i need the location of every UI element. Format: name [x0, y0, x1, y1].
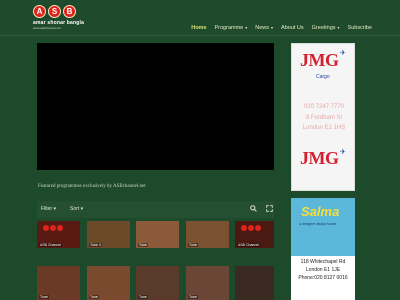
asb-logo-thumb	[241, 225, 261, 231]
asb-logo-thumb	[43, 225, 63, 231]
video-player[interactable]	[37, 43, 274, 170]
nav-news-label: News	[255, 25, 270, 31]
salma-address-line2: London E1 1JE	[305, 267, 341, 273]
main-nav: Home Programme ▾ News ▾ About Us Greetings…	[191, 25, 372, 31]
salma-address-line1: 118 Whitechapel Rd	[300, 259, 346, 265]
thumbnail-label: Tune	[39, 295, 49, 299]
chevron-down-icon: ▾	[337, 25, 340, 30]
thumbnail-label: ASB Channel	[237, 243, 261, 247]
salma-title: Salma	[301, 204, 340, 219]
jmg-phone: 020 7247 7770	[303, 104, 345, 110]
logo-letter-s: S	[48, 5, 61, 18]
logo-letter-b: B	[63, 5, 76, 18]
airplane-icon: ✈	[340, 149, 346, 156]
video-thumbnail[interactable]: Tune	[37, 266, 80, 300]
nav-greetings-label: Greetings	[311, 25, 336, 31]
site-header: A S B amar shonar bangla www.asbchannel.…	[0, 0, 400, 36]
search-icon[interactable]	[250, 205, 257, 214]
nav-about-label: About Us	[281, 25, 304, 31]
chevron-down-icon: ▾	[271, 25, 274, 30]
logo-subtitle: www.asbchannel.net	[33, 26, 61, 30]
salma-ad[interactable]: Salma a designer abaya house 118 Whitech…	[291, 198, 355, 300]
featured-caption: Featured programmes exclusively by ASBch…	[38, 184, 146, 189]
airplane-icon: ✈	[340, 50, 346, 57]
filter-label: Filter	[41, 206, 53, 212]
video-thumbnail[interactable]: Tune	[136, 266, 179, 300]
thumbnail-label: Tune 4	[89, 243, 102, 247]
video-thumbnail[interactable]	[235, 266, 274, 300]
nav-home-label: Home	[191, 25, 207, 31]
sort-dropdown[interactable]: Sort ▾	[70, 206, 83, 212]
logo-letters: A S B	[33, 5, 85, 18]
nav-news[interactable]: News ▾	[255, 25, 273, 31]
nav-about-us[interactable]: About Us	[281, 25, 304, 31]
nav-programme[interactable]: Programme ▾	[215, 25, 248, 31]
video-thumbnail[interactable]: Tune	[186, 221, 229, 248]
salma-phone: Phone:020 8127 0016	[298, 275, 348, 281]
thumbnail-label: Tune	[188, 243, 198, 247]
thumbnail-label: ASB Channel	[39, 243, 63, 247]
chevron-down-icon: ▾	[80, 206, 84, 212]
video-thumbnail[interactable]: ASB Channel	[37, 221, 80, 248]
nav-greetings[interactable]: Greetings ▾	[312, 25, 340, 31]
fullscreen-icon[interactable]	[266, 205, 273, 214]
jmg-logo: JMG	[300, 50, 339, 70]
nav-home[interactable]: Home	[191, 25, 206, 31]
thumbnail-label: Tune	[188, 295, 198, 299]
filter-dropdown[interactable]: Filter ▾	[41, 206, 56, 212]
logo-letter-a: A	[33, 5, 46, 18]
playlist-toolbar: Filter ▾ Sort ▾	[37, 201, 274, 218]
video-thumbnail[interactable]: Tune	[136, 221, 179, 248]
chevron-down-icon: ▾	[53, 206, 57, 212]
salma-contact-box: 118 Whitechapel Rd London E1 1JE Phone:0…	[291, 256, 355, 300]
chevron-down-icon: ▾	[245, 25, 248, 30]
nav-subscribe[interactable]: Subscribe	[348, 25, 372, 31]
jmg-address-line1: 8 Fordham St	[305, 115, 343, 121]
salma-subtitle: a designer abaya house	[299, 222, 337, 226]
video-thumbnail[interactable]: ASB Channel	[235, 221, 274, 248]
jmg-cargo-label: Cargo	[316, 74, 330, 80]
thumbnail-label: Tune	[138, 295, 148, 299]
site-logo[interactable]: A S B amar shonar bangla www.asbchannel.…	[33, 5, 85, 35]
nav-subscribe-label: Subscribe	[347, 25, 372, 31]
sort-label: Sort	[70, 206, 80, 212]
video-thumbnail[interactable]: Tune	[186, 266, 229, 300]
jmg-cargo-ad[interactable]: JMG ✈ Cargo 020 7247 7770 8 Fordham St L…	[291, 43, 355, 191]
thumbnail-label: Tune	[138, 243, 148, 247]
jmg-logo-repeat: JMG	[300, 148, 339, 168]
nav-programme-label: Programme	[214, 25, 244, 31]
video-thumbnail[interactable]: Tune	[87, 266, 130, 300]
jmg-address-line2: London E1 1HS	[302, 125, 346, 131]
thumbnail-label: Tune	[89, 295, 99, 299]
video-thumbnail[interactable]: Tune 4	[87, 221, 130, 248]
